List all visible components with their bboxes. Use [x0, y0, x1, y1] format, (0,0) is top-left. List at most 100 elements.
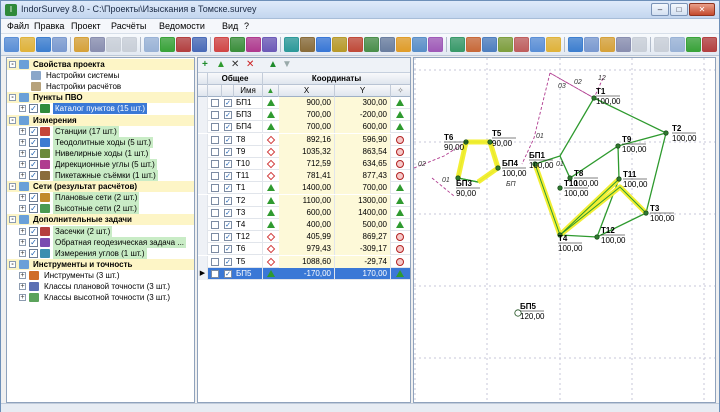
tree-category[interactable]: - Сети (результат расчётов) — [7, 181, 194, 193]
x-coordinate-cell[interactable]: 712,59 — [279, 158, 335, 170]
project-tree[interactable]: - Свойства проекта Настройки системы Настро… — [6, 57, 195, 403]
toolbar-tool-icon[interactable] — [4, 37, 19, 52]
y-coordinate-cell[interactable]: 700,00 — [335, 182, 391, 195]
y-coordinate-cell[interactable]: -309,17 — [335, 243, 391, 256]
toolbar-tool-icon[interactable] — [450, 37, 465, 52]
row-select-checkbox[interactable] — [211, 208, 219, 217]
tree-category[interactable]: - Пункты ПВО — [7, 92, 194, 104]
row-indicator[interactable] — [198, 206, 208, 219]
toolbar-tool-icon[interactable] — [300, 37, 315, 52]
expand-icon[interactable]: + — [19, 294, 26, 302]
row-select-checkbox[interactable] — [211, 233, 219, 242]
y-coordinate-cell[interactable]: 170,00 — [335, 267, 391, 280]
row-select-checkbox[interactable] — [211, 221, 219, 229]
toolbar-tool-icon[interactable] — [396, 37, 411, 52]
row-visible-checkbox[interactable]: ✓ — [224, 123, 232, 132]
point-name-cell[interactable]: T9 — [234, 145, 263, 158]
collapse-icon[interactable]: - — [9, 216, 16, 224]
point-type-icon[interactable]: ▲ — [263, 85, 279, 97]
map-point[interactable] — [663, 130, 669, 136]
menu-item-1[interactable]: Правка — [34, 21, 64, 31]
map-point[interactable] — [643, 210, 649, 216]
tree-item[interactable]: Настройки расчётов — [7, 81, 194, 92]
expand-icon[interactable]: + — [19, 205, 26, 213]
expand-icon[interactable]: + — [19, 172, 26, 179]
table-row[interactable]: ✓ T5 1088,60 -29,74 — [198, 255, 410, 268]
x-coordinate-cell[interactable]: 600,00 — [279, 206, 335, 219]
move-down-icon[interactable]: ▼ — [282, 60, 292, 70]
row-select-checkbox[interactable] — [211, 172, 219, 181]
toolbar-tool-icon[interactable] — [20, 37, 35, 52]
tree-item[interactable]: + ✓ Каталог пунктов (15 шт.) — [7, 103, 194, 115]
visibility-checkbox[interactable]: ✓ — [29, 204, 38, 214]
x-coordinate-cell[interactable]: 900,00 — [279, 97, 335, 109]
tree-item[interactable]: + ✓ Засечки (2 шт.) — [7, 225, 194, 237]
row-visible-checkbox[interactable]: ✓ — [224, 269, 232, 278]
x-coordinate-cell[interactable]: 1088,60 — [279, 255, 335, 268]
toolbar-tool-icon[interactable] — [654, 37, 669, 52]
visibility-checkbox[interactable]: ✓ — [29, 159, 38, 169]
toolbar-tool-icon[interactable] — [214, 37, 229, 52]
tree-item[interactable]: + ✓ Плановые сети (2 шт.) — [7, 192, 194, 204]
x-coordinate-cell[interactable]: 700,00 — [279, 121, 335, 134]
row-select-checkbox[interactable] — [211, 160, 219, 168]
toolbar-tool-icon[interactable] — [122, 37, 137, 52]
tree-item[interactable]: + ✓ Измерения углов (1 шт.) — [7, 247, 194, 259]
row-indicator[interactable] — [198, 133, 208, 146]
expand-icon[interactable]: + — [19, 149, 26, 157]
table-row[interactable]: ✓ T8 892,16 596,90 — [198, 133, 410, 146]
tree-item[interactable]: + ✓ Пикетажные съёмки (1 шт.) — [7, 170, 194, 181]
toolbar-tool-icon[interactable] — [686, 37, 701, 52]
toolbar-tool-icon[interactable] — [262, 37, 277, 52]
row-visible-checkbox[interactable]: ✓ — [224, 147, 232, 156]
expand-icon[interactable]: + — [19, 238, 26, 246]
toolbar-tool-icon[interactable] — [176, 37, 191, 52]
row-indicator[interactable] — [198, 109, 208, 122]
collapse-icon[interactable]: - — [9, 116, 16, 124]
tree-item[interactable]: + ✓ Теодолитные ходы (5 шт.) — [7, 136, 194, 148]
point-name-cell[interactable]: БП4 — [234, 121, 263, 134]
menu-item-0[interactable]: Файл — [7, 21, 29, 31]
row-select-checkbox[interactable] — [211, 123, 219, 132]
x-coordinate-cell[interactable]: 700,00 — [279, 109, 335, 122]
x-coordinate-cell[interactable]: 1035,32 — [279, 145, 335, 158]
title-bar[interactable]: I IndorSurvey 8.0 - C:\Проекты\Изыскания… — [1, 1, 719, 19]
row-indicator[interactable] — [198, 182, 208, 195]
toolbar-tool-icon[interactable] — [428, 37, 443, 52]
toolbar-tool-icon[interactable] — [230, 37, 245, 52]
maximize-button[interactable]: □ — [670, 3, 688, 16]
tree-item[interactable]: Настройки системы — [7, 70, 194, 81]
y-coordinate-cell[interactable]: -29,74 — [335, 255, 391, 268]
tree-item[interactable]: + ✓ Нивелирные ходы (1 шт.) — [7, 147, 194, 159]
toolbar-tool-icon[interactable] — [514, 37, 529, 52]
toolbar-tool-icon[interactable] — [348, 37, 363, 52]
col-x-header[interactable]: X — [279, 85, 335, 97]
y-coordinate-cell[interactable]: 300,00 — [335, 97, 391, 109]
point-name-cell[interactable]: T2 — [234, 194, 263, 207]
row-indicator[interactable] — [198, 145, 208, 158]
visibility-checkbox[interactable]: ✓ — [29, 104, 38, 114]
check-col-header[interactable] — [222, 85, 234, 97]
row-select-checkbox[interactable] — [211, 147, 219, 156]
menu-item-5[interactable]: Вид — [222, 21, 238, 31]
point-name-cell[interactable]: T11 — [234, 170, 263, 183]
toolbar-tool-icon[interactable] — [702, 37, 717, 52]
toolbar-tool-icon[interactable] — [482, 37, 497, 52]
table-row[interactable]: ✓ БП3 700,00 -200,00 — [198, 109, 410, 122]
visibility-checkbox[interactable]: ✓ — [29, 137, 38, 147]
expand-icon[interactable]: + — [19, 138, 26, 146]
tree-item[interactable]: + ✓ Дирекционные углы (5 шт.) — [7, 158, 194, 170]
row-select-checkbox[interactable] — [211, 196, 219, 205]
status-col-icon[interactable]: ✧ — [391, 85, 410, 97]
expand-icon[interactable]: + — [19, 283, 26, 290]
point-name-cell[interactable]: T8 — [234, 133, 263, 146]
y-coordinate-cell[interactable]: 500,00 — [335, 219, 391, 231]
row-indicator[interactable] — [198, 231, 208, 244]
expand-icon[interactable]: + — [19, 105, 26, 113]
visibility-checkbox[interactable]: ✓ — [29, 248, 38, 258]
x-coordinate-cell[interactable]: 405,99 — [279, 231, 335, 244]
map-point[interactable] — [557, 185, 563, 191]
collapse-icon[interactable]: - — [9, 61, 16, 68]
row-select-checkbox[interactable] — [211, 269, 219, 278]
toolbar-tool-icon[interactable] — [246, 37, 261, 52]
